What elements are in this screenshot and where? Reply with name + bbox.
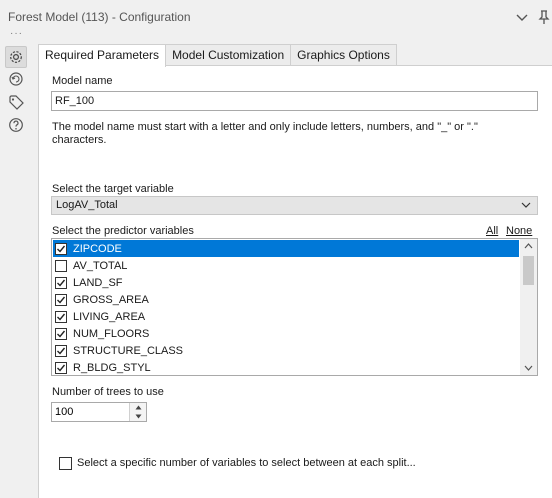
trees-input[interactable] (52, 403, 128, 421)
checkmark-icon (57, 347, 66, 355)
list-item-label: AV_TOTAL (73, 259, 128, 272)
left-icon-rail (0, 40, 32, 498)
list-item[interactable]: LAND_SF (53, 274, 519, 291)
list-item-label: GROSS_AREA (73, 293, 149, 306)
scroll-up-icon[interactable] (524, 243, 533, 249)
title-bar: Forest Model (113) - Configuration (0, 0, 552, 34)
tab-required-parameters[interactable]: Required Parameters (38, 44, 167, 67)
tag-icon[interactable] (5, 91, 27, 113)
list-item[interactable]: NUM_FLOORS (53, 325, 519, 342)
scroll-down-icon[interactable] (524, 365, 533, 371)
scrollbar-thumb[interactable] (523, 256, 534, 285)
checkbox[interactable] (55, 361, 67, 374)
target-variable-value: LogAV_Total (56, 199, 118, 211)
tab-model-customization[interactable]: Model Customization (165, 44, 292, 66)
target-variable-select[interactable]: LogAV_Total (51, 196, 538, 215)
list-item-label: R_BLDG_STYL (73, 361, 151, 374)
select-all-link[interactable]: All (486, 225, 498, 237)
trees-stepper[interactable] (51, 402, 147, 422)
list-item-label: NUM_FLOORS (73, 327, 150, 340)
checkmark-icon (57, 364, 66, 372)
model-name-input[interactable]: RF_100 (51, 91, 538, 111)
window-title: Forest Model (113) - Configuration (8, 10, 191, 24)
checkmark-icon (57, 330, 66, 338)
model-name-help-text: The model name must start with a letter … (52, 121, 478, 146)
more-icon[interactable]: ··· (10, 29, 23, 39)
list-item-label: LIVING_AREA (73, 310, 146, 323)
list-item[interactable]: GROSS_AREA (53, 291, 519, 308)
tab-graphics-options[interactable]: Graphics Options (290, 44, 397, 66)
checkbox[interactable] (55, 327, 67, 340)
checkbox[interactable] (55, 242, 67, 255)
list-item[interactable]: R_BLDG_STYL (53, 359, 519, 375)
checkbox[interactable] (55, 276, 67, 289)
list-item[interactable]: LIVING_AREA (53, 308, 519, 325)
list-item[interactable]: ZIPCODE (53, 240, 519, 257)
chevron-down-icon (521, 202, 531, 208)
checkmark-icon (57, 313, 66, 321)
checkmark-icon (57, 279, 66, 287)
gear-icon[interactable] (5, 46, 27, 68)
checkmark-icon (57, 245, 66, 253)
checkmark-icon (57, 296, 66, 304)
predictor-variables-list[interactable]: ZIPCODE AV_TOTAL LAND_SF GROSS_AREA LIVING_A… (51, 238, 538, 376)
list-item-label: ZIPCODE (73, 242, 122, 255)
list-item[interactable]: STRUCTURE_CLASS (53, 342, 519, 359)
pin-icon[interactable] (536, 9, 552, 25)
list-scrollbar[interactable] (520, 239, 537, 375)
select-none-link[interactable]: None (506, 225, 532, 237)
checkbox[interactable] (55, 293, 67, 306)
list-item[interactable]: AV_TOTAL (53, 257, 519, 274)
required-parameters-panel: Model name RF_100 The model name must st… (38, 65, 552, 498)
trees-label: Number of trees to use (52, 386, 164, 398)
checkbox[interactable] (55, 344, 67, 357)
stepper-up-icon[interactable] (130, 403, 146, 412)
split-option-label[interactable]: Select a specific number of variables to… (77, 457, 416, 469)
tab-bar: Required Parameters Model Customization … (38, 44, 397, 67)
split-checkbox[interactable] (59, 457, 72, 470)
predictor-variables-label: Select the predictor variables (52, 225, 194, 237)
list-item-label: LAND_SF (73, 276, 123, 289)
target-variable-label: Select the target variable (52, 183, 174, 195)
chevron-down-icon[interactable] (514, 9, 530, 25)
checkbox[interactable] (55, 310, 67, 323)
model-name-label: Model name (52, 75, 113, 87)
list-item-label: STRUCTURE_CLASS (73, 344, 184, 357)
checkbox[interactable] (55, 259, 67, 272)
help-icon[interactable] (5, 114, 27, 136)
stepper-down-icon[interactable] (130, 412, 146, 421)
refresh-icon[interactable] (5, 68, 27, 90)
